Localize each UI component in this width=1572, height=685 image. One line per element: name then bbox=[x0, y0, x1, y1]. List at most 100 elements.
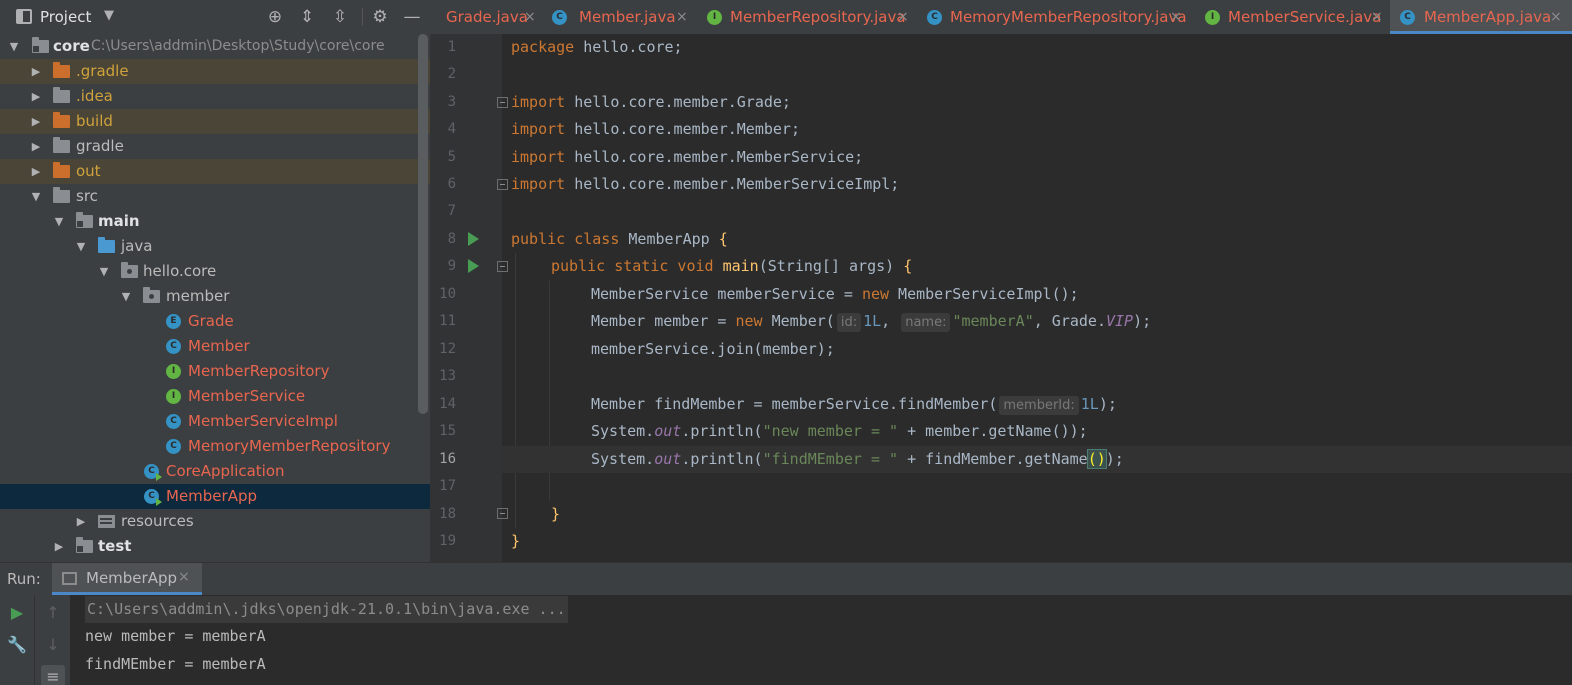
close-icon[interactable]: × bbox=[1170, 0, 1182, 34]
line-number: 1 bbox=[447, 39, 456, 55]
tab-member-app-java[interactable]: C MemberApp.java × bbox=[1390, 0, 1572, 34]
tree-item-resources[interactable]: ▶ resources bbox=[0, 509, 430, 534]
console-output-line: new member = memberA bbox=[85, 627, 266, 645]
class-icon: C bbox=[166, 439, 181, 454]
line-number: 8 bbox=[447, 231, 456, 247]
line-number: 4 bbox=[447, 121, 456, 137]
chevron-down-icon[interactable]: ▼ bbox=[97, 259, 111, 284]
tree-item-label: out bbox=[76, 162, 101, 180]
tree-item-out[interactable]: ▶ out bbox=[0, 159, 430, 184]
tree-item-src[interactable]: ▼ src bbox=[0, 184, 430, 209]
tree-item-member-repository[interactable]: I MemberRepository bbox=[0, 359, 430, 384]
tab-label: Member.java bbox=[579, 8, 676, 26]
close-icon[interactable]: × bbox=[676, 0, 688, 34]
close-icon[interactable]: × bbox=[897, 0, 909, 34]
chevron-right-icon[interactable]: ▶ bbox=[29, 159, 43, 184]
chevron-right-icon[interactable]: ▶ bbox=[29, 109, 43, 134]
wrench-icon[interactable]: 🔧 bbox=[5, 633, 29, 657]
project-panel: Project ▼ ⊕ ⇕ ⇳ ⚙ — ▼ core C:\Users\addm… bbox=[0, 0, 430, 562]
tree-item-label: Member bbox=[188, 337, 250, 355]
tree-item-build[interactable]: ▶ build bbox=[0, 109, 430, 134]
line-number: 19 bbox=[439, 533, 456, 549]
collapse-all-icon[interactable]: ⇳ bbox=[328, 5, 352, 29]
close-icon[interactable]: × bbox=[524, 0, 536, 34]
chevron-down-icon[interactable]: ▼ bbox=[74, 234, 88, 259]
close-icon[interactable]: × bbox=[178, 569, 190, 585]
tree-item-label: MemoryMemberRepository bbox=[188, 437, 391, 455]
line-number: 15 bbox=[439, 423, 456, 439]
run-tab-member-app[interactable]: MemberApp × bbox=[52, 563, 202, 595]
minimize-icon[interactable]: — bbox=[400, 5, 424, 29]
fold-imports-icon[interactable] bbox=[497, 97, 508, 108]
chevron-down-icon[interactable]: ▼ bbox=[29, 184, 43, 209]
class-icon: C bbox=[166, 339, 181, 354]
interface-icon: I bbox=[166, 389, 181, 404]
tree-item-core-application[interactable]: C CoreApplication bbox=[0, 459, 430, 484]
tab-member-java[interactable]: C Member.java × bbox=[552, 0, 702, 34]
close-icon[interactable]: × bbox=[1371, 0, 1383, 34]
console-output-line: findMEmber = memberA bbox=[85, 655, 266, 673]
module-folder-icon bbox=[76, 537, 93, 553]
tab-grade-java[interactable]: Grade.java × bbox=[430, 0, 540, 34]
tree-item-label: CoreApplication bbox=[166, 462, 285, 480]
line-number: 6 bbox=[447, 176, 456, 192]
expand-all-icon[interactable]: ⇕ bbox=[295, 5, 319, 29]
tree-item-label: build bbox=[76, 112, 113, 130]
line-number: 10 bbox=[439, 286, 456, 302]
excluded-folder-icon bbox=[53, 112, 70, 128]
tab-member-service-java[interactable]: I MemberService.java × bbox=[1205, 0, 1393, 34]
chevron-down-icon[interactable]: ▼ bbox=[119, 284, 133, 309]
tree-item-member-service[interactable]: I MemberService bbox=[0, 384, 430, 409]
run-panel-label: Run: bbox=[7, 570, 41, 588]
tree-item-java[interactable]: ▼ java bbox=[0, 234, 430, 259]
arrow-up-icon[interactable]: ↑ bbox=[41, 601, 65, 625]
project-view-selector[interactable]: Project bbox=[40, 8, 91, 26]
tree-item-test[interactable]: ▶ test bbox=[0, 534, 430, 559]
gear-icon[interactable]: ⚙ bbox=[368, 5, 392, 29]
close-icon[interactable]: × bbox=[1550, 0, 1562, 34]
fold-method-icon[interactable] bbox=[497, 261, 508, 272]
chevron-right-icon[interactable]: ▶ bbox=[29, 59, 43, 84]
fold-method-end-icon[interactable] bbox=[497, 508, 508, 519]
arrow-down-icon[interactable]: ↓ bbox=[41, 633, 65, 657]
tree-scrollbar[interactable] bbox=[418, 34, 428, 414]
locate-file-icon[interactable]: ⊕ bbox=[263, 5, 287, 29]
fold-imports-end-icon[interactable] bbox=[497, 179, 508, 190]
tree-item-idea[interactable]: ▶ .idea bbox=[0, 84, 430, 109]
tree-item-member-class[interactable]: C Member bbox=[0, 334, 430, 359]
console-toolbar: ↑ ↓ ≡ bbox=[34, 595, 70, 685]
tree-item-core[interactable]: ▼ core C:\Users\addmin\Desktop\Study\cor… bbox=[0, 34, 430, 59]
run-tab-label: MemberApp bbox=[86, 569, 178, 587]
chevron-down-icon[interactable]: ▼ bbox=[104, 8, 114, 23]
rerun-icon[interactable]: ▶ bbox=[5, 601, 29, 625]
enum-icon: E bbox=[166, 314, 181, 329]
chevron-right-icon[interactable]: ▶ bbox=[74, 509, 88, 534]
tab-member-repository-java[interactable]: I MemberRepository.java × bbox=[707, 0, 917, 34]
tree-item-hello-core[interactable]: ▼ hello.core bbox=[0, 259, 430, 284]
tree-item-member[interactable]: ▼ member bbox=[0, 284, 430, 309]
tab-label: MemoryMemberRepository.java bbox=[950, 8, 1187, 26]
chevron-right-icon[interactable]: ▶ bbox=[29, 84, 43, 109]
project-panel-header: Project ▼ ⊕ ⇕ ⇳ ⚙ — bbox=[0, 0, 430, 34]
run-main-icon[interactable] bbox=[468, 259, 479, 273]
tree-item-member-app[interactable]: C MemberApp bbox=[0, 484, 430, 509]
tree-item-grade[interactable]: E Grade bbox=[0, 309, 430, 334]
run-class-icon[interactable] bbox=[468, 232, 479, 246]
tree-item-label: main bbox=[98, 212, 140, 230]
chevron-right-icon[interactable]: ▶ bbox=[29, 134, 43, 159]
tree-item-gradle[interactable]: ▶ gradle bbox=[0, 134, 430, 159]
tree-item-main[interactable]: ▼ main bbox=[0, 209, 430, 234]
tree-item-gradle-hidden[interactable]: ▶ .gradle bbox=[0, 59, 430, 84]
project-tree: ▼ core C:\Users\addmin\Desktop\Study\cor… bbox=[0, 34, 430, 559]
chevron-down-icon[interactable]: ▼ bbox=[7, 34, 21, 59]
chevron-down-icon[interactable]: ▼ bbox=[52, 209, 66, 234]
line-number: 5 bbox=[447, 149, 456, 165]
code-line-15: System.out.println("new member = " + mem… bbox=[591, 422, 1088, 440]
parameter-hint: memberId: bbox=[999, 396, 1079, 415]
tab-memory-member-repository-java[interactable]: C MemoryMemberRepository.java × bbox=[927, 0, 1192, 34]
console-command-line: C:\Users\addmin\.jdks\openjdk-21.0.1\bin… bbox=[85, 596, 568, 623]
soft-wrap-icon[interactable]: ≡ bbox=[41, 665, 65, 685]
tree-item-member-service-impl[interactable]: C MemberServiceImpl bbox=[0, 409, 430, 434]
chevron-right-icon[interactable]: ▶ bbox=[52, 534, 66, 559]
tree-item-memory-member-repository[interactable]: C MemoryMemberRepository bbox=[0, 434, 430, 459]
